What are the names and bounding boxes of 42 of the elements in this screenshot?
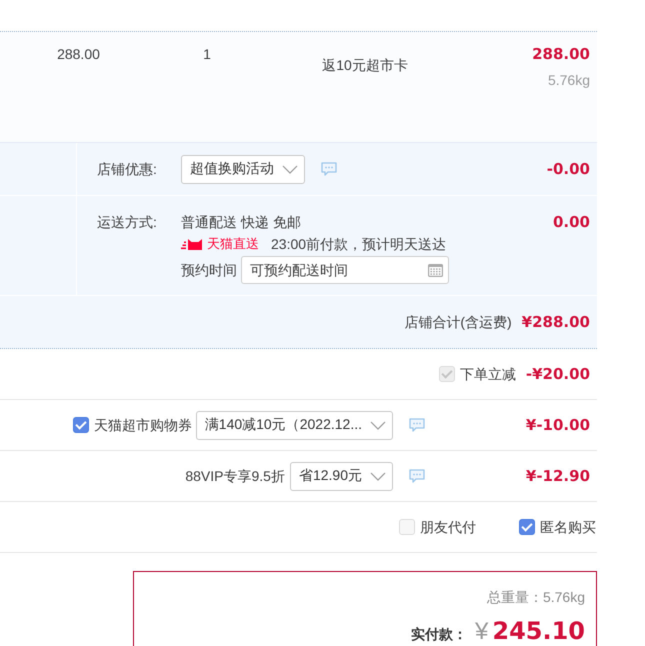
chevron-down-icon — [370, 420, 386, 430]
shop-total-amount: ¥288.00 — [522, 312, 590, 332]
delivery-note: 23:00前付款，预计明天送达 — [271, 235, 446, 254]
option-amount: -0.00 — [546, 159, 590, 179]
coupon-select[interactable]: 满140减10元（2022.12... — [196, 410, 393, 440]
discount-amount: -¥20.00 — [526, 364, 590, 384]
delivery-time-field[interactable]: 可预约配送时间 — [241, 256, 449, 284]
option-label: 店铺优惠: — [97, 160, 158, 179]
promo-text: 返10元超市卡 — [322, 56, 408, 75]
subtotal-price: 288.00 — [532, 44, 590, 64]
chat-bubble-icon[interactable] — [321, 162, 337, 176]
delivery-time-label: 预约时间 — [181, 261, 237, 280]
checkbox-label: 匿名购买 — [540, 518, 596, 537]
shipping-method: 普通配送 快递 免邮 — [181, 213, 301, 232]
cat-head-icon — [181, 238, 203, 250]
promotion-select[interactable]: 超值换购活动 — [181, 154, 305, 184]
discount-label: 天猫超市购物券 — [94, 416, 192, 435]
currency-symbol: ¥ — [475, 617, 488, 646]
unit-price: 288.00 — [57, 45, 100, 64]
discount-amount: ¥-12.90 — [524, 466, 590, 486]
pay-total: 245.10 — [492, 616, 585, 646]
checkbox[interactable] — [519, 519, 535, 535]
option-label: 运送方式: — [97, 213, 158, 232]
item-weight: 5.76kg — [548, 71, 590, 90]
checkbox[interactable] — [72, 417, 89, 433]
quantity-text: 1 — [203, 45, 211, 64]
chevron-down-icon — [282, 164, 298, 174]
chevron-down-icon — [370, 472, 386, 480]
discount-select[interactable]: 省12.90元 — [290, 462, 393, 490]
pay-label: 实付款： — [411, 625, 468, 644]
discount-label: 下单立减 — [460, 365, 516, 384]
discount-label: 88VIP专享9.5折 — [185, 467, 285, 486]
option-amount: 0.00 — [552, 212, 590, 232]
checkbox-label: 朋友代付 — [420, 518, 476, 537]
chat-bubble-icon[interactable] — [409, 469, 425, 483]
discount-amount: ¥-10.00 — [524, 415, 590, 435]
total-weight: 5.76kg — [542, 588, 585, 607]
calendar-icon[interactable] — [428, 263, 443, 277]
weight-label: 总重量： — [486, 588, 543, 607]
shop-total-label: 店铺合计(含运费) — [404, 313, 512, 332]
chat-bubble-icon[interactable] — [409, 418, 425, 432]
delivery-badge-text: 天猫直送 — [207, 235, 259, 253]
